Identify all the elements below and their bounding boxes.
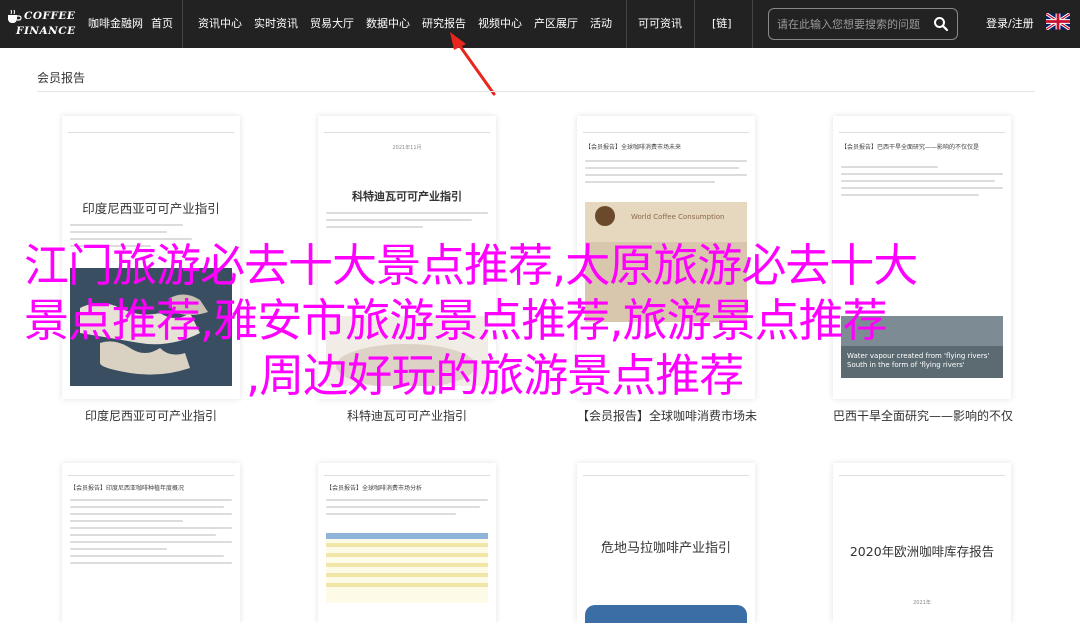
card-header-rule xyxy=(839,475,1005,476)
logo-text-line2: FINANCE xyxy=(16,25,76,37)
uk-flag-icon[interactable] xyxy=(1046,13,1070,30)
card-header-rule xyxy=(68,475,234,476)
card-document-title: 2020年欧洲咖啡库存报告 xyxy=(849,544,995,559)
top-nav: COFFEE FINANCE 咖啡金融网 首页 资讯中心 实时资讯 贸易大厅 数… xyxy=(0,0,1080,48)
card-header-rule xyxy=(68,132,234,133)
search-input[interactable] xyxy=(777,9,937,39)
photo-caption-line1: Water vapour created from 'flying rivers… xyxy=(847,352,990,360)
report-card-2[interactable]: 2021年11月 科特迪瓦可可产业指引 xyxy=(318,116,496,399)
card-document-tag: 【会员报告】印度尼西亚咖啡种植年度概况 xyxy=(70,485,185,492)
report-card-7[interactable]: 危地马拉咖啡产业指引 xyxy=(577,463,755,623)
card-chart-image: World Coffee Consumption xyxy=(585,202,747,322)
card-document-title: 危地马拉咖啡产业指引 xyxy=(600,541,731,556)
card-text-lines xyxy=(585,160,747,188)
card-date: 2021年 xyxy=(913,600,931,606)
card-text-lines xyxy=(70,499,232,569)
card-header-rule xyxy=(583,475,749,476)
card-text-lines xyxy=(841,166,1003,201)
card-chart-label: World Coffee Consumption xyxy=(631,213,725,221)
card-photo-caption: Water vapour created from 'flying rivers… xyxy=(847,352,989,370)
card-table-image xyxy=(326,533,488,603)
section-title: 会员报告 xyxy=(37,71,86,85)
card-header-rule xyxy=(324,132,490,133)
search-icon[interactable] xyxy=(933,16,949,32)
report-card-4-caption[interactable]: 巴西干旱全面研究——影响的不仅 xyxy=(833,407,1013,424)
report-card-5[interactable]: 【会员报告】印度尼西亚咖啡种植年度概况 xyxy=(62,463,240,623)
card-text-lines xyxy=(326,499,488,520)
coffee-cup-icon xyxy=(8,9,22,23)
photo-caption-line2: South in the form of 'flying rivers' xyxy=(847,361,965,369)
card-header-rule xyxy=(324,475,490,476)
nav-item-research-reports[interactable]: 研究报告 xyxy=(422,0,466,48)
card-cover-image xyxy=(585,605,747,623)
nav-item-cocoa-news[interactable]: 可可资讯 xyxy=(638,0,682,48)
report-card-2-caption[interactable]: 科特迪瓦可可产业指引 xyxy=(318,407,496,424)
login-register-link[interactable]: 登录/注册 xyxy=(986,0,1034,48)
nav-item-origin-hall[interactable]: 产区展厅 xyxy=(534,0,578,48)
nav-divider xyxy=(694,0,695,48)
logo-text-line1: COFFEE xyxy=(24,10,76,22)
nav-divider xyxy=(626,0,627,48)
section-divider xyxy=(37,91,1035,92)
card-date: 2021年11月 xyxy=(392,145,422,151)
nav-item-data-center[interactable]: 数据中心 xyxy=(366,0,410,48)
nav-divider xyxy=(752,0,753,48)
report-card-1[interactable]: 印度尼西亚可可产业指引 xyxy=(62,116,240,399)
nav-item-chain[interactable]: [链] xyxy=(712,0,732,48)
nav-item-news-center[interactable]: 资讯中心 xyxy=(198,0,242,48)
nav-divider xyxy=(182,0,183,48)
card-header-rule xyxy=(839,132,1005,133)
nav-item-realtime-news[interactable]: 实时资讯 xyxy=(254,0,298,48)
nav-item-home[interactable]: 首页 xyxy=(151,0,173,48)
card-document-tag: 【会员报告】巴西干旱全面研究——影响的不仅仅是 xyxy=(841,144,980,151)
nav-item-video-center[interactable]: 视频中心 xyxy=(478,0,522,48)
card-document-title: 印度尼西亚可可产业指引 xyxy=(82,201,220,216)
report-card-3[interactable]: 【会员报告】全球咖啡消费市场未来 World Coffee Consumptio… xyxy=(577,116,755,399)
report-card-8[interactable]: 2020年欧洲咖啡库存报告 2021年 xyxy=(833,463,1011,623)
card-header-rule xyxy=(583,132,749,133)
nav-item-events[interactable]: 活动 xyxy=(590,0,612,48)
card-map-image xyxy=(70,268,232,386)
card-text-lines xyxy=(70,224,232,252)
card-document-title: 科特迪瓦可可产业指引 xyxy=(352,190,462,203)
site-logo[interactable]: COFFEE FINANCE xyxy=(6,7,84,41)
card-text-lines xyxy=(326,212,488,233)
nav-item-coffee-finance[interactable]: 咖啡金融网 xyxy=(88,0,143,48)
card-photo-image: Water vapour created from 'flying rivers… xyxy=(841,316,1003,378)
report-card-1-caption[interactable]: 印度尼西亚可可产业指引 xyxy=(62,407,240,424)
report-card-6[interactable]: 【会员报告】全球咖啡消费市场分析 xyxy=(318,463,496,623)
report-card-3-caption[interactable]: 【会员报告】全球咖啡消费市场未 xyxy=(577,407,757,424)
report-card-4[interactable]: 【会员报告】巴西干旱全面研究——影响的不仅仅是 Water vapour cre… xyxy=(833,116,1011,399)
nav-item-trade-hall[interactable]: 贸易大厅 xyxy=(310,0,354,48)
card-document-tag: 【会员报告】全球咖啡消费市场未来 xyxy=(585,144,682,151)
search-box[interactable] xyxy=(768,8,958,40)
card-document-tag: 【会员报告】全球咖啡消费市场分析 xyxy=(326,485,423,492)
card-cover-image xyxy=(326,316,488,386)
